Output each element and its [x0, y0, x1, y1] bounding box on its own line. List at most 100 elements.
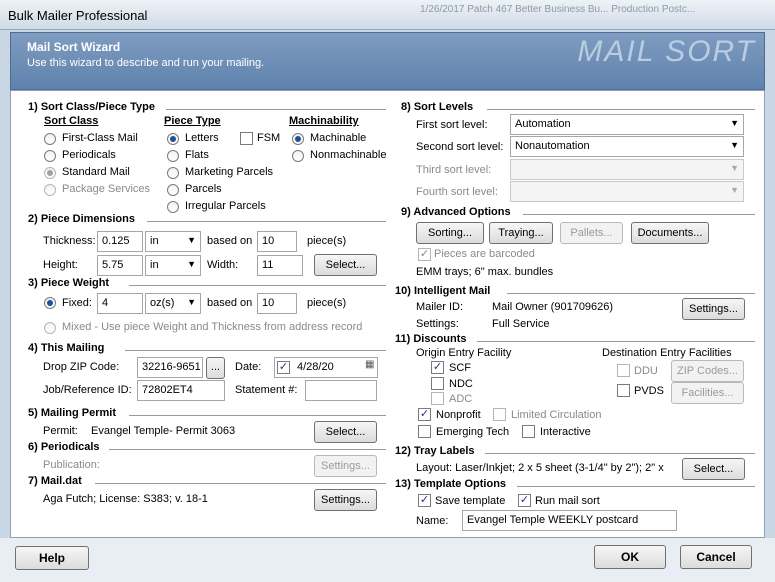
zip-codes-button[interactable]: ZIP Codes... — [671, 360, 744, 382]
width-input[interactable]: 11 — [257, 255, 303, 276]
irregular-parcels-label: Irregular Parcels — [185, 200, 266, 212]
weight-unit-select[interactable]: oz(s) ▼ — [145, 293, 201, 314]
scf-checkbox[interactable]: ✓ — [431, 361, 444, 374]
limited-circulation-label: Limited Circulation — [511, 409, 602, 421]
radio-machinable[interactable] — [292, 133, 304, 145]
im-settings-value: Full Service — [492, 318, 550, 330]
nonprofit-checkbox[interactable]: ✓ — [418, 408, 431, 421]
destination-entry-label: Destination Entry Facilities — [602, 347, 732, 359]
statement-input[interactable] — [305, 380, 377, 401]
maildat-settings-button[interactable]: Settings... — [314, 489, 377, 511]
documents-button[interactable]: Documents... — [631, 222, 709, 244]
save-template-checkbox[interactable]: ✓ — [418, 494, 431, 507]
nonprofit-label: Nonprofit — [436, 409, 481, 421]
fourth-sort-level-select[interactable]: ▼ — [510, 181, 744, 202]
pallets-button[interactable]: Pallets... — [560, 222, 623, 244]
template-name-label: Name: — [416, 515, 449, 527]
date-enabled-checkbox[interactable]: ✓ — [277, 361, 290, 374]
wizard-header: Mail Sort Wizard Use this wizard to desc… — [10, 32, 765, 90]
section-divider — [477, 341, 755, 342]
weight-based-on-input[interactable]: 10 — [257, 293, 297, 314]
tray-labels-select-button[interactable]: Select... — [682, 458, 745, 480]
run-mail-sort-checkbox[interactable]: ✓ — [518, 494, 531, 507]
section-tray-labels-heading: 12) Tray Labels — [395, 445, 475, 457]
height-unit-select[interactable]: in ▼ — [145, 255, 201, 276]
permit-value: Evangel Temple- Permit 3063 — [91, 425, 236, 437]
third-sort-level-label: Third sort level: — [416, 164, 492, 176]
thickness-unit-select[interactable]: in ▼ — [145, 231, 201, 252]
radio-mixed-weight[interactable] — [44, 322, 56, 334]
scf-label: SCF — [449, 362, 471, 374]
intelligent-mail-settings-button[interactable]: Settings... — [682, 298, 745, 320]
machinable-label: Machinable — [310, 132, 367, 144]
third-sort-level-select[interactable]: ▼ — [510, 159, 744, 180]
calendar-icon[interactable]: ▦ — [365, 359, 374, 370]
drop-zip-input[interactable]: 32216-9651 — [137, 357, 203, 378]
facilities-button[interactable]: Facilities... — [671, 382, 744, 404]
help-button[interactable]: Help — [15, 546, 89, 570]
adc-checkbox[interactable] — [431, 392, 444, 405]
ddu-checkbox[interactable] — [617, 364, 630, 377]
section-divider — [129, 285, 386, 286]
first-sort-level-select[interactable]: Automation ▼ — [510, 114, 744, 135]
radio-standard-mail[interactable] — [44, 167, 56, 179]
fourth-sort-level-label: Fourth sort level: — [416, 186, 498, 198]
ndc-checkbox[interactable] — [431, 377, 444, 390]
zip-browse-button[interactable]: ... — [206, 357, 225, 379]
letters-label: Letters — [185, 132, 219, 144]
package-services-label: Package Services — [62, 183, 151, 195]
dimensions-select-button[interactable]: Select... — [314, 254, 377, 276]
width-label: Width: — [207, 259, 239, 271]
wizard-footer: Help OK Cancel — [0, 538, 775, 582]
emerging-tech-label: Emerging Tech — [436, 426, 510, 438]
nonmachinable-label: Nonmachinable — [310, 149, 387, 161]
section-divider — [487, 109, 755, 110]
pvds-label: PVDS — [634, 385, 664, 397]
sorting-button[interactable]: Sorting... — [416, 222, 484, 244]
radio-nonmachinable[interactable] — [292, 150, 304, 162]
limited-circulation-checkbox[interactable] — [493, 408, 506, 421]
publication-label: Publication: — [43, 459, 100, 471]
thickness-input[interactable]: 0.125 — [97, 231, 143, 252]
radio-fixed-weight[interactable] — [44, 297, 56, 309]
radio-marketing-parcels[interactable] — [167, 167, 179, 179]
second-sort-level-select[interactable]: Nonautomation ▼ — [510, 136, 744, 157]
second-sort-level-label: Second sort level: — [416, 141, 504, 153]
radio-flats[interactable] — [167, 150, 179, 162]
radio-periodicals[interactable] — [44, 150, 56, 162]
section-template-options-heading: 13) Template Options — [395, 478, 507, 490]
section-divider — [166, 109, 386, 110]
thickness-based-on-input[interactable]: 10 — [257, 231, 297, 252]
height-input[interactable]: 5.75 — [97, 255, 143, 276]
wizard-window: Bulk Mailer Professional 1/26/2017 Patch… — [0, 0, 775, 582]
permit-select-button[interactable]: Select... — [314, 421, 377, 443]
periodicals-settings-button[interactable]: Settings... — [314, 455, 377, 477]
radio-first-class-mail[interactable] — [44, 133, 56, 145]
interactive-checkbox[interactable] — [522, 425, 535, 438]
origin-entry-label: Origin Entry Facility — [416, 347, 512, 359]
emerging-tech-checkbox[interactable] — [418, 425, 431, 438]
radio-parcels[interactable] — [167, 184, 179, 196]
ndc-label: NDC — [449, 378, 473, 390]
fixed-weight-input[interactable]: 4 — [97, 293, 143, 314]
machinability-label: Machinability — [289, 115, 359, 127]
date-value: 4/28/20 — [297, 361, 334, 373]
pvds-checkbox[interactable] — [617, 384, 630, 397]
cancel-button[interactable]: Cancel — [680, 545, 752, 569]
radio-package-services[interactable] — [44, 184, 56, 196]
traying-button[interactable]: Traying... — [489, 222, 553, 244]
tray-layout-text: Layout: Laser/Inkjet; 2 x 5 sheet (3-1/4… — [416, 462, 664, 474]
pieces-barcoded-label: Pieces are barcoded — [434, 248, 535, 260]
pieces-barcoded-checkbox[interactable]: ✓ — [418, 248, 431, 261]
template-name-input[interactable]: Evangel Temple WEEKLY postcard — [462, 510, 677, 531]
radio-irregular-parcels[interactable] — [167, 201, 179, 213]
section-divider — [507, 293, 755, 294]
window-title: Bulk Mailer Professional — [8, 8, 148, 23]
fsm-checkbox[interactable] — [240, 132, 253, 145]
job-reference-input[interactable]: 72802ET4 — [137, 380, 225, 401]
radio-letters[interactable] — [167, 133, 179, 145]
section-advanced-options-heading: 9) Advanced Options — [401, 206, 511, 218]
mailer-id-label: Mailer ID: — [416, 301, 464, 313]
section-mailing-permit-heading: 5) Mailing Permit — [28, 407, 117, 419]
ok-button[interactable]: OK — [594, 545, 666, 569]
